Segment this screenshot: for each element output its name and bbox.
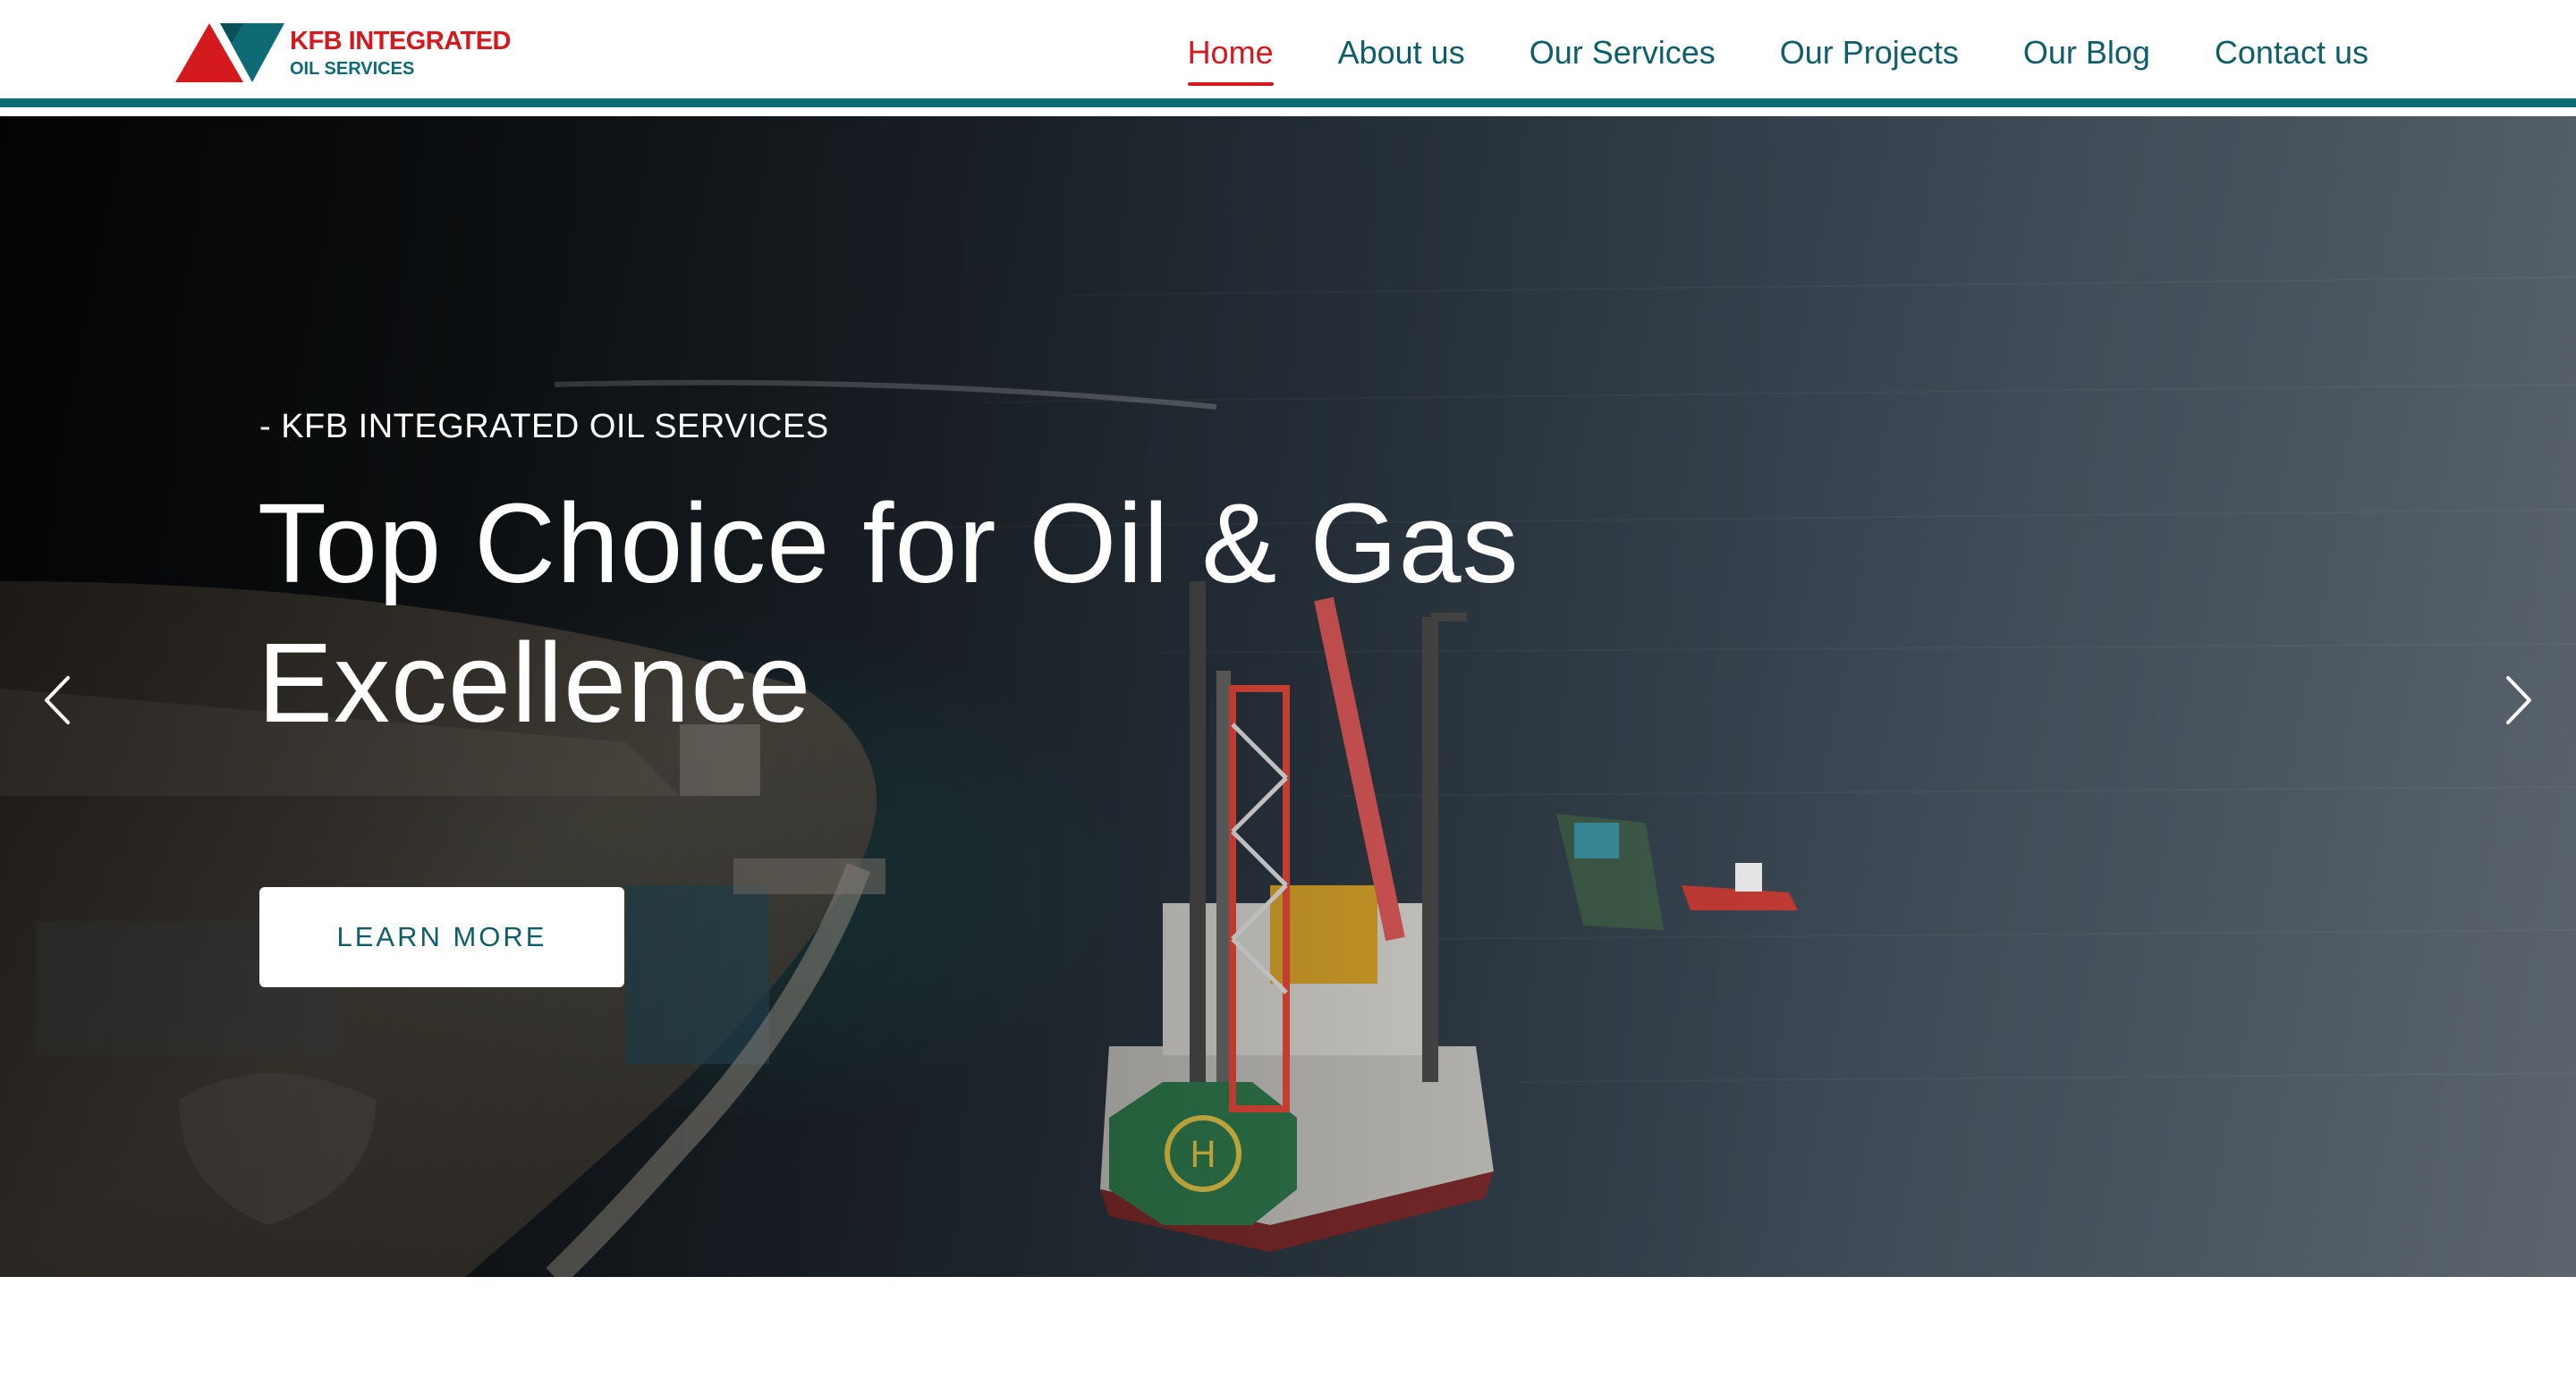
hero-slider: H - KFB INTEGRATED O [0, 116, 2576, 1277]
hero-title-line1: Top Choice for Oil & Gas [258, 480, 1520, 606]
logo[interactable]: KFB INTEGRATED OIL SERVICES [175, 23, 512, 86]
hero-title-line2: Excellence [258, 620, 812, 746]
nav-our-services[interactable]: Our Services [1530, 27, 1716, 72]
slider-prev-button[interactable] [30, 669, 84, 731]
learn-more-button[interactable]: LEARN MORE [259, 887, 624, 987]
logo-title: KFB INTEGRATED [290, 27, 512, 55]
logo-subtitle: OIL SERVICES [290, 59, 415, 79]
logo-triangles-icon [175, 23, 284, 82]
main-nav: Home About us Our Services Our Projects … [1187, 0, 2368, 98]
chevron-left-icon [45, 676, 70, 724]
nav-our-blog[interactable]: Our Blog [2023, 27, 2150, 72]
hero-title: Top Choice for Oil & Gas Excellence [258, 474, 1599, 753]
slider-next-button[interactable] [2492, 669, 2546, 731]
hero-kicker: - KFB INTEGRATED OIL SERVICES [259, 408, 829, 445]
chevron-right-icon [2506, 676, 2531, 724]
site-header: KFB INTEGRATED OIL SERVICES Home About u… [0, 0, 2576, 107]
nav-home[interactable]: Home [1187, 27, 1274, 86]
nav-our-projects[interactable]: Our Projects [1780, 27, 1959, 72]
nav-contact-us[interactable]: Contact us [2215, 27, 2368, 72]
nav-about-us[interactable]: About us [1338, 27, 1465, 72]
